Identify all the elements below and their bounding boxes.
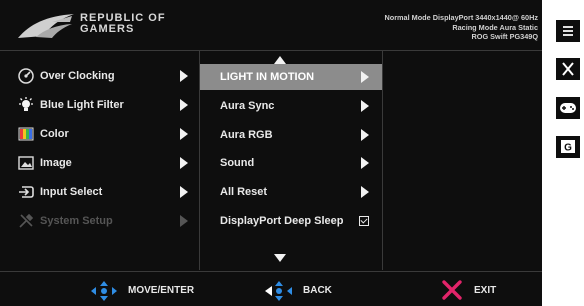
value-panel [383, 51, 542, 270]
main-menu: Over Clocking Blue Light Filter Color Im… [0, 51, 200, 270]
chevron-right-icon [361, 71, 369, 83]
sub-menu-label: Aura Sync [220, 100, 275, 112]
status-line1: Normal Mode DisplayPort 3440x1440@ 60Hz [384, 13, 538, 22]
sub-menu-item-displayport-deep-sleep[interactable]: DisplayPort Deep Sleep [200, 208, 382, 234]
lightbulb-icon [19, 97, 33, 111]
main-menu-item-blue-light-filter[interactable]: Blue Light Filter [0, 92, 199, 118]
side-close-button[interactable] [556, 58, 580, 80]
scroll-up-icon[interactable] [274, 56, 286, 64]
main-menu-label: Blue Light Filter [40, 99, 124, 111]
chevron-right-icon [361, 157, 369, 169]
sub-menu-label: DisplayPort Deep Sleep [220, 215, 344, 227]
checkbox-checked[interactable] [359, 216, 369, 226]
main-menu-item-image[interactable]: Image [0, 150, 199, 176]
sub-menu-label: All Reset [220, 186, 268, 198]
menu-icon [563, 26, 573, 36]
sub-menu: LIGHT IN MOTION Aura Sync Aura RGB Sound… [200, 51, 383, 270]
move-enter-icon [91, 281, 117, 301]
osd-menu: REPUBLIC OF GAMERS Normal Mode DisplayPo… [0, 0, 542, 306]
main-menu-label: System Setup [40, 215, 113, 227]
osd-header: REPUBLIC OF GAMERS Normal Mode DisplayPo… [0, 0, 542, 51]
sub-menu-item-all-reset[interactable]: All Reset [200, 179, 382, 205]
main-menu-item-over-clocking[interactable]: Over Clocking [0, 63, 199, 89]
exit-label: EXIT [474, 285, 497, 296]
brand-text: REPUBLIC OF GAMERS [80, 13, 166, 35]
move-enter-label: MOVE/ENTER [128, 285, 195, 296]
sub-menu-item-aura-rgb[interactable]: Aura RGB [200, 122, 382, 148]
chevron-right-icon [180, 70, 188, 82]
side-gameplus-button[interactable]: G [556, 136, 580, 158]
sub-menu-item-light-in-motion[interactable]: LIGHT IN MOTION [200, 64, 382, 90]
gameplus-label: G [564, 143, 572, 154]
chevron-right-icon [180, 128, 188, 140]
side-gamevisual-button[interactable] [556, 97, 580, 119]
main-menu-label: Color [40, 128, 69, 140]
brand-line2: GAMERS [80, 23, 135, 35]
main-menu-label: Image [40, 157, 72, 169]
sub-menu-item-aura-sync[interactable]: Aura Sync [200, 93, 382, 119]
gauge-icon [18, 68, 34, 84]
main-menu-item-color[interactable]: Color [0, 121, 199, 147]
side-menu-button[interactable] [556, 20, 580, 42]
main-menu-item-input-select[interactable]: Input Select [0, 179, 199, 205]
sub-menu-label: Aura RGB [220, 129, 273, 141]
gameplus-icon: G [561, 140, 575, 154]
sub-menu-label: Sound [220, 157, 255, 169]
sub-menu-item-sound[interactable]: Sound [200, 150, 382, 176]
main-menu-item-system-setup[interactable]: System Setup [0, 208, 199, 234]
color-bars-icon [18, 127, 34, 141]
close-icon [562, 62, 574, 76]
sub-menu-label: LIGHT IN MOTION [220, 71, 315, 83]
chevron-right-icon [180, 186, 188, 198]
exit-x-icon [442, 280, 462, 300]
chevron-right-icon [180, 99, 188, 111]
osd-footer: MOVE/ENTER BACK EXIT [0, 271, 542, 306]
scroll-down-icon[interactable] [274, 254, 286, 262]
gamepad-icon [560, 103, 576, 113]
back-icon [265, 281, 292, 301]
status-info: Normal Mode DisplayPort 3440x1440@ 60Hz … [384, 13, 538, 42]
main-menu-label: Input Select [40, 186, 103, 198]
chevron-right-icon [361, 129, 369, 141]
wrench-icon [19, 213, 34, 228]
image-icon [18, 156, 34, 170]
chevron-right-icon [361, 100, 369, 112]
main-menu-label: Over Clocking [40, 70, 115, 82]
chevron-right-icon [180, 157, 188, 169]
status-line2: Racing Mode Aura Static [452, 22, 538, 32]
status-line3: ROG Swift PG349Q [471, 32, 539, 41]
chevron-right-icon [361, 186, 369, 198]
chevron-right-icon [180, 215, 188, 227]
back-label: BACK [303, 285, 332, 296]
input-icon [19, 186, 34, 198]
